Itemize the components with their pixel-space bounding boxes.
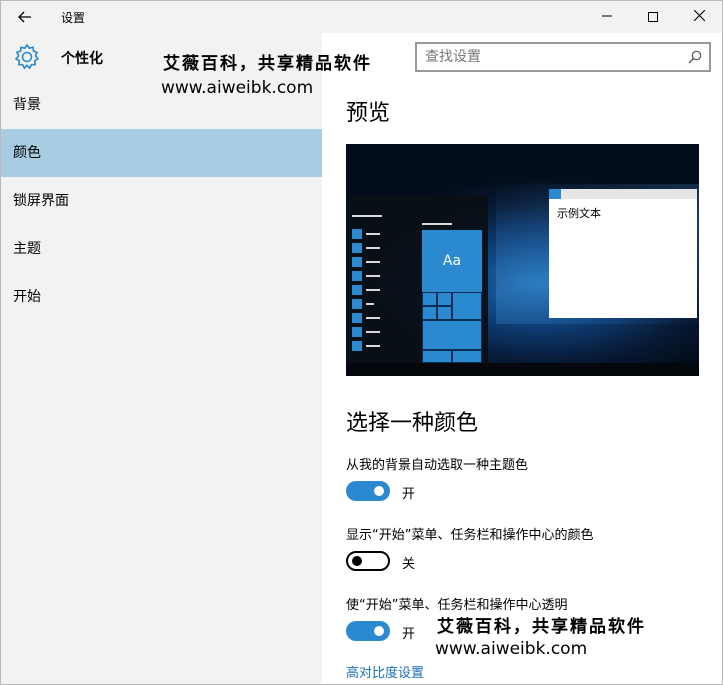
auto-accent-state: 开 [402,487,416,502]
preview-small-tile [437,306,452,320]
close-button[interactable] [676,1,722,33]
minimize-icon [602,15,612,17]
window-title: 设置 [61,11,86,25]
preview-app-accent [549,189,561,199]
search-input[interactable] [425,48,675,66]
preview-line [366,303,374,305]
section-title: 个性化 [61,51,103,67]
watermark-url: www.aiweibk.com [161,78,314,98]
main-content: 预览 [322,33,722,684]
preview-icon [352,285,362,295]
preview-icon [352,299,362,309]
search-icon [688,50,702,64]
toggle-knob [374,486,384,496]
show-color-state: 关 [402,557,416,572]
back-button[interactable] [11,5,39,29]
preview-line [422,223,452,225]
preview-wide-tile [422,320,482,350]
preview-icon [352,257,362,267]
minimize-button[interactable] [584,1,630,33]
sidebar-item-colors[interactable]: 颜色 [1,129,322,177]
sidebar-item-start[interactable]: 开始 [1,273,322,321]
maximize-button[interactable] [630,1,676,33]
watermark-text: 艾薇百科，共享精品软件 [163,54,372,74]
preview-heading: 预览 [346,101,391,126]
sidebar-item-lock-screen[interactable]: 锁屏界面 [1,177,322,225]
preview-icon [352,341,362,351]
preview-taskbar [346,363,699,376]
preview-line [366,331,380,333]
maximize-icon [648,12,658,22]
preview-app-titlebar [549,189,697,199]
preview-sample-text: 示例文本 [557,207,601,220]
close-icon [693,9,705,22]
toggle-knob [352,556,362,566]
color-heading: 选择一种颜色 [346,411,479,436]
preview-small-tile [422,292,437,306]
sidebar: 个性化 背景 颜色 锁屏界面 主题 开始 [1,33,322,684]
preview-app-window: 示例文本 [549,189,697,318]
preview-line [352,215,382,217]
gear-icon [14,43,40,70]
preview-line [366,289,380,291]
settings-window: 设置 个性化 背景 颜色 锁屏界面 主题 开始 查找设置 预览 Aa 示例文本 … [0,0,723,685]
preview-small-tile [422,350,452,363]
transparency-state: 开 [402,627,416,642]
preview-tile-aa: Aa [422,230,482,292]
sidebar-item-themes[interactable]: 主题 [1,225,322,273]
theme-preview: Aa 示例文本 [346,144,699,376]
preview-line [366,247,380,249]
watermark-url: www.aiweibk.com [435,639,588,659]
transparency-toggle[interactable] [346,621,390,641]
preview-line [366,345,380,347]
title-bar: 设置 [1,1,722,33]
show-color-toggle[interactable] [346,551,390,571]
preview-small-tile [422,306,437,320]
option-auto-accent-label: 从我的背景自动选取一种主题色 [346,458,529,473]
preview-small-tile [452,350,482,363]
preview-medium-tile [452,292,482,320]
preview-icon [352,229,362,239]
watermark-text: 艾薇百科，共享精品软件 [437,617,646,637]
search-box[interactable] [415,42,711,72]
high-contrast-link[interactable]: 高对比度设置 [346,662,424,681]
preview-line [366,261,380,263]
preview-line [366,317,380,319]
preview-icon [352,271,362,281]
toggle-knob [374,626,384,636]
preview-icon [352,327,362,337]
auto-accent-toggle[interactable] [346,481,390,501]
preview-small-tile [437,292,452,306]
preview-icon [352,243,362,253]
option-show-color-label: 显示“开始”菜单、任务栏和操作中心的颜色 [346,528,594,543]
preview-line [366,275,380,277]
preview-icon [352,313,362,323]
option-transparency-label: 使“开始”菜单、任务栏和操作中心透明 [346,598,568,613]
preview-line [366,233,380,235]
arrow-left-icon [18,11,31,23]
